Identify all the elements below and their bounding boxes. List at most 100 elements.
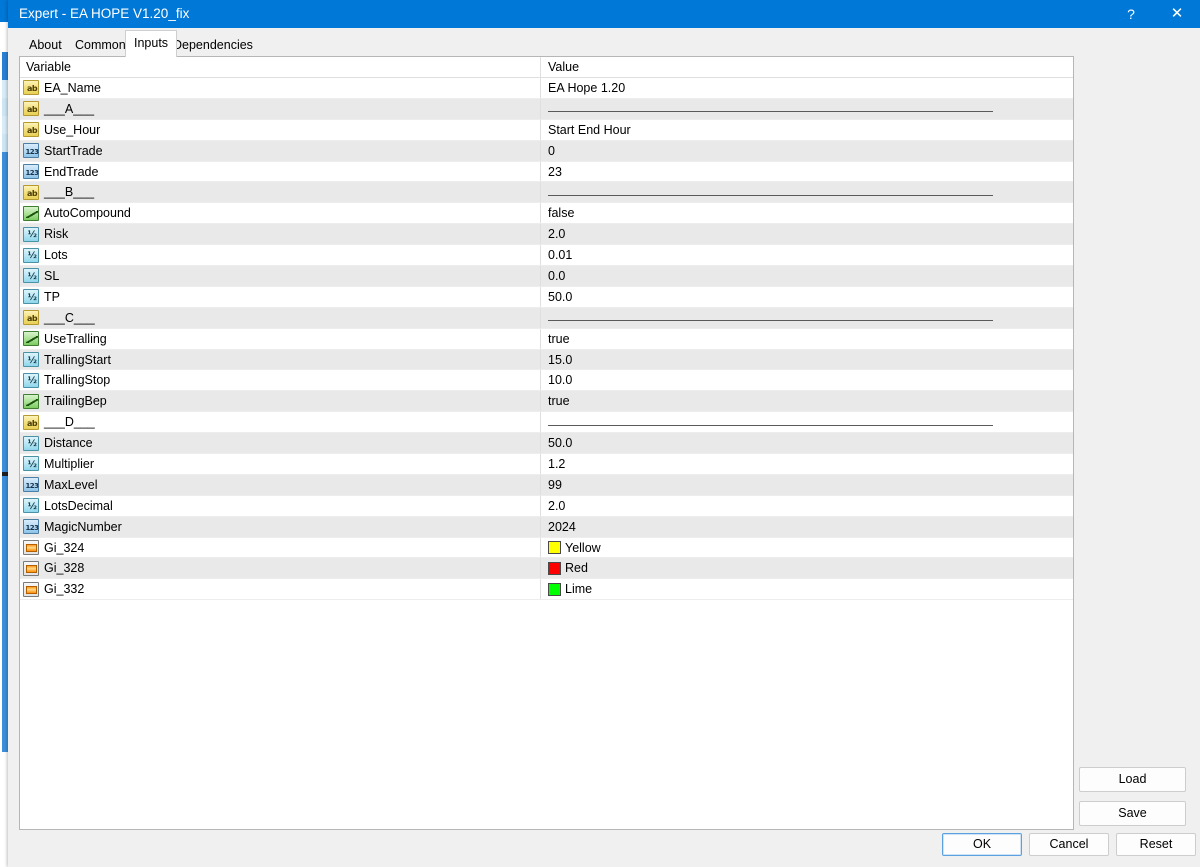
table-row[interactable]: ½ Distance 50.0 xyxy=(20,433,1073,455)
value-cell[interactable]: Start End Hour xyxy=(540,119,1073,140)
value-cell[interactable]: false xyxy=(540,203,1073,224)
table-row[interactable]: ½ TrallingStart 15.0 xyxy=(20,349,1073,371)
variable-name: ___B___ xyxy=(44,185,95,200)
color-type-icon xyxy=(23,581,39,597)
table-row[interactable]: ½ SL 0.0 xyxy=(20,266,1073,287)
table-row[interactable]: ab ___C___ xyxy=(20,307,1073,329)
value-cell[interactable]: true xyxy=(540,391,1073,412)
load-button[interactable]: Load xyxy=(1079,767,1186,792)
value-text: 23 xyxy=(548,164,562,179)
variable-cell[interactable]: ½ Multiplier xyxy=(20,454,540,474)
reset-button[interactable]: Reset xyxy=(1116,833,1196,856)
value-cell[interactable] xyxy=(540,182,1073,203)
value-cell[interactable]: 10.0 xyxy=(540,370,1073,391)
cancel-button[interactable]: Cancel xyxy=(1029,833,1109,856)
variable-cell[interactable]: ½ Distance xyxy=(20,433,540,453)
tab-about[interactable]: About xyxy=(21,34,70,56)
table-row[interactable]: ½ Lots 0.01 xyxy=(20,245,1073,267)
value-text: 50.0 xyxy=(548,436,573,451)
table-row[interactable]: AutoCompound false xyxy=(20,203,1073,225)
tab-dependencies[interactable]: Dependencies xyxy=(165,34,261,56)
table-row[interactable]: ab ___B___ xyxy=(20,182,1073,204)
variable-name: LotsDecimal xyxy=(44,498,113,513)
table-row[interactable]: ab ___A___ xyxy=(20,98,1073,120)
value-cell[interactable]: 1.2 xyxy=(540,454,1073,474)
table-row[interactable]: ½ TP 50.0 xyxy=(20,286,1073,308)
help-icon[interactable]: ? xyxy=(1108,0,1154,28)
variable-cell[interactable]: ab Use_Hour xyxy=(20,120,540,140)
variable-name: UseTralling xyxy=(44,331,107,346)
value-cell[interactable]: 0 xyxy=(540,140,1073,161)
table-row[interactable]: ab ___D___ xyxy=(20,412,1073,434)
value-cell[interactable]: 2024 xyxy=(540,516,1073,537)
ok-button[interactable]: OK xyxy=(942,833,1022,856)
variable-cell[interactable]: AutoCompound xyxy=(20,203,540,223)
save-button[interactable]: Save xyxy=(1079,801,1186,826)
variable-cell[interactable]: 123 MagicNumber xyxy=(20,517,540,537)
variable-cell[interactable]: ab ___B___ xyxy=(20,182,540,202)
variable-cell[interactable]: ½ LotsDecimal xyxy=(20,496,540,516)
table-row[interactable]: ab Use_Hour Start End Hour xyxy=(20,119,1073,141)
table-row[interactable]: 123 StartTrade 0 xyxy=(20,140,1073,162)
value-cell[interactable]: 0.01 xyxy=(540,245,1073,266)
table-row[interactable]: 123 MaxLevel 99 xyxy=(20,474,1073,496)
variable-cell[interactable]: 123 StartTrade xyxy=(20,141,540,161)
table-row[interactable]: 123 EndTrade 23 xyxy=(20,161,1073,183)
variable-cell[interactable]: UseTralling xyxy=(20,329,540,349)
table-row[interactable]: ½ Risk 2.0 xyxy=(20,224,1073,246)
variable-cell[interactable]: ½ TP xyxy=(20,287,540,307)
table-row[interactable]: 123 MagicNumber 2024 xyxy=(20,516,1073,538)
tab-inputs[interactable]: Inputs xyxy=(125,30,178,57)
variable-cell[interactable]: 123 MaxLevel xyxy=(20,475,540,495)
value-cell[interactable]: EA Hope 1.20 xyxy=(540,78,1073,98)
table-row[interactable]: Gi_332 Lime xyxy=(20,579,1073,601)
variable-cell[interactable]: ab ___C___ xyxy=(20,308,540,328)
variable-cell[interactable]: ab ___D___ xyxy=(20,412,540,432)
table-row[interactable]: ab EA_Name EA Hope 1.20 xyxy=(20,78,1073,99)
value-cell[interactable]: 99 xyxy=(540,474,1073,495)
inputs-grid-panel[interactable]: Variable Value ab EA_Name EA Hope 1.20 ab __… xyxy=(19,56,1074,830)
value-cell[interactable] xyxy=(540,98,1073,119)
variable-cell[interactable]: ½ Lots xyxy=(20,245,540,265)
value-cell[interactable] xyxy=(540,307,1073,328)
table-row[interactable]: Gi_328 Red xyxy=(20,558,1073,580)
variable-cell[interactable]: Gi_324 xyxy=(20,538,540,558)
value-cell[interactable]: 50.0 xyxy=(540,433,1073,454)
variable-cell[interactable]: Gi_328 xyxy=(20,558,540,578)
table-row[interactable]: ½ LotsDecimal 2.0 xyxy=(20,495,1073,517)
value-cell[interactable]: 50.0 xyxy=(540,286,1073,307)
table-row[interactable]: TrailingBep true xyxy=(20,391,1073,413)
tab-common[interactable]: Common xyxy=(67,34,134,56)
variable-cell[interactable]: ab EA_Name xyxy=(20,78,540,98)
variable-cell[interactable]: Gi_332 xyxy=(20,579,540,599)
variable-cell[interactable]: TrailingBep xyxy=(20,391,540,411)
variable-name: TrallingStart xyxy=(44,352,111,367)
value-cell[interactable]: Red xyxy=(540,558,1073,579)
close-icon[interactable]: ✕ xyxy=(1154,0,1200,28)
value-text: 10.0 xyxy=(548,373,573,388)
table-row[interactable]: ½ TrallingStop 10.0 xyxy=(20,370,1073,392)
value-cell[interactable]: Lime xyxy=(540,579,1073,600)
variable-cell[interactable]: 123 EndTrade xyxy=(20,162,540,182)
value-cell[interactable]: true xyxy=(540,328,1073,349)
string-type-icon: ab xyxy=(23,310,39,326)
table-row[interactable]: ½ Multiplier 1.2 xyxy=(20,454,1073,475)
variable-cell[interactable]: ½ TrallingStop xyxy=(20,370,540,390)
value-cell[interactable]: 2.0 xyxy=(540,224,1073,245)
value-cell[interactable]: 2.0 xyxy=(540,495,1073,516)
variable-cell[interactable]: ½ SL xyxy=(20,266,540,286)
value-cell[interactable]: Yellow xyxy=(540,537,1073,558)
variable-cell[interactable]: ½ Risk xyxy=(20,224,540,244)
value-cell[interactable] xyxy=(540,412,1073,433)
value-cell[interactable]: 23 xyxy=(540,161,1073,182)
table-row[interactable]: Gi_324 Yellow xyxy=(20,537,1073,559)
value-cell[interactable]: 15.0 xyxy=(540,349,1073,370)
variable-name: MaxLevel xyxy=(44,477,98,492)
variable-cell[interactable]: ab ___A___ xyxy=(20,99,540,119)
variable-name: ___C___ xyxy=(44,310,95,325)
variable-name: AutoCompound xyxy=(44,206,131,221)
table-row[interactable]: UseTralling true xyxy=(20,328,1073,350)
value-cell[interactable]: 0.0 xyxy=(540,266,1073,286)
variable-name: SL xyxy=(44,268,60,283)
variable-cell[interactable]: ½ TrallingStart xyxy=(20,350,540,370)
